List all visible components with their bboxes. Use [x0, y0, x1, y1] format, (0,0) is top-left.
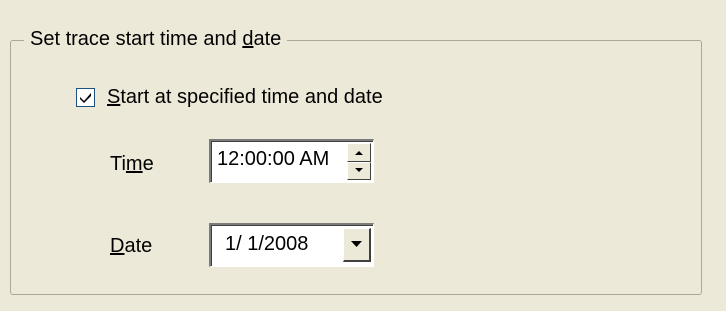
time-spin-up-button[interactable] [347, 143, 371, 162]
date-label-mnemonic: D [110, 235, 125, 257]
arrow-up-icon [355, 150, 363, 155]
start-at-specified-checkbox-row[interactable]: Start at specified time and date [76, 82, 383, 112]
date-label: Date [110, 232, 152, 260]
time-picker[interactable]: 12:00:00 AM [209, 139, 374, 183]
time-label-text-end: e [142, 153, 154, 175]
start-label-text: tart at specified time and date [120, 85, 383, 108]
groupbox-title-mnemonic: d [242, 28, 254, 50]
date-label-text: ate [124, 235, 153, 257]
checkmark-icon [80, 92, 91, 103]
date-picker[interactable]: 1/ 1/2008 [209, 223, 374, 267]
time-spin-down-button[interactable] [347, 161, 371, 180]
time-label: Time [110, 150, 154, 178]
dropdown-arrow-icon [351, 241, 362, 247]
start-at-specified-label: Start at specified time and date [107, 86, 383, 109]
date-dropdown-button[interactable] [343, 228, 371, 262]
groupbox-title-text-end: ate [253, 28, 282, 50]
time-value[interactable]: 12:00:00 AM [217, 145, 329, 173]
time-spinner[interactable] [347, 143, 371, 180]
arrow-down-icon [355, 168, 363, 173]
time-label-text: Ti [110, 153, 126, 175]
time-label-mnemonic: m [125, 153, 143, 175]
groupbox-title-text: Set trace start time and [30, 28, 243, 50]
date-value[interactable]: 1/ 1/2008 [225, 230, 308, 258]
start-at-specified-checkbox[interactable] [76, 87, 95, 107]
groupbox-title: Set trace start time and date [24, 25, 288, 53]
start-label-mnemonic: S [107, 85, 121, 108]
